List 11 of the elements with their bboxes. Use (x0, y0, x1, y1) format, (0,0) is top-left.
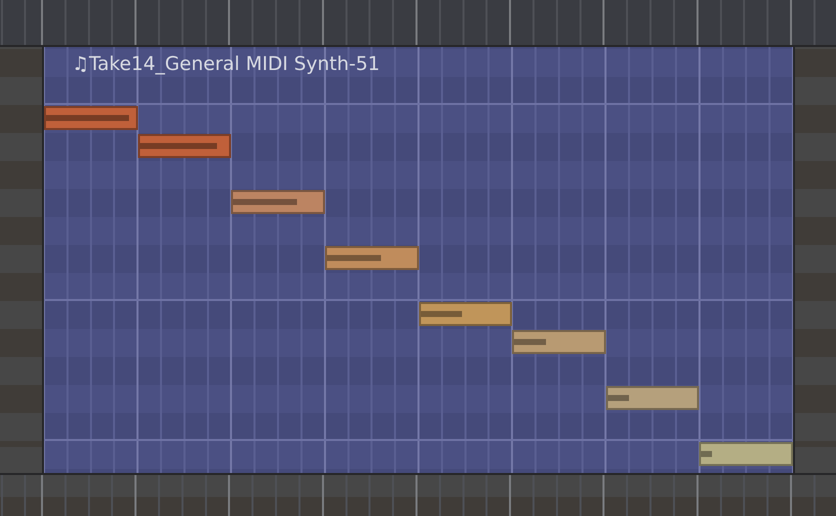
midi-note[interactable] (418, 302, 512, 326)
midi-note[interactable] (512, 330, 606, 354)
midi-clip[interactable]: ♫Take14_General MIDI Synth-51 (44, 47, 793, 473)
midi-note[interactable] (606, 386, 700, 410)
midi-note[interactable] (44, 106, 138, 130)
timeline-ruler[interactable] (0, 0, 836, 47)
midi-note[interactable] (324, 246, 418, 270)
midi-note[interactable] (231, 190, 325, 214)
midi-note[interactable] (138, 134, 232, 158)
clip-title: ♫Take14_General MIDI Synth-51 (72, 53, 380, 75)
midi-note[interactable] (699, 442, 793, 466)
